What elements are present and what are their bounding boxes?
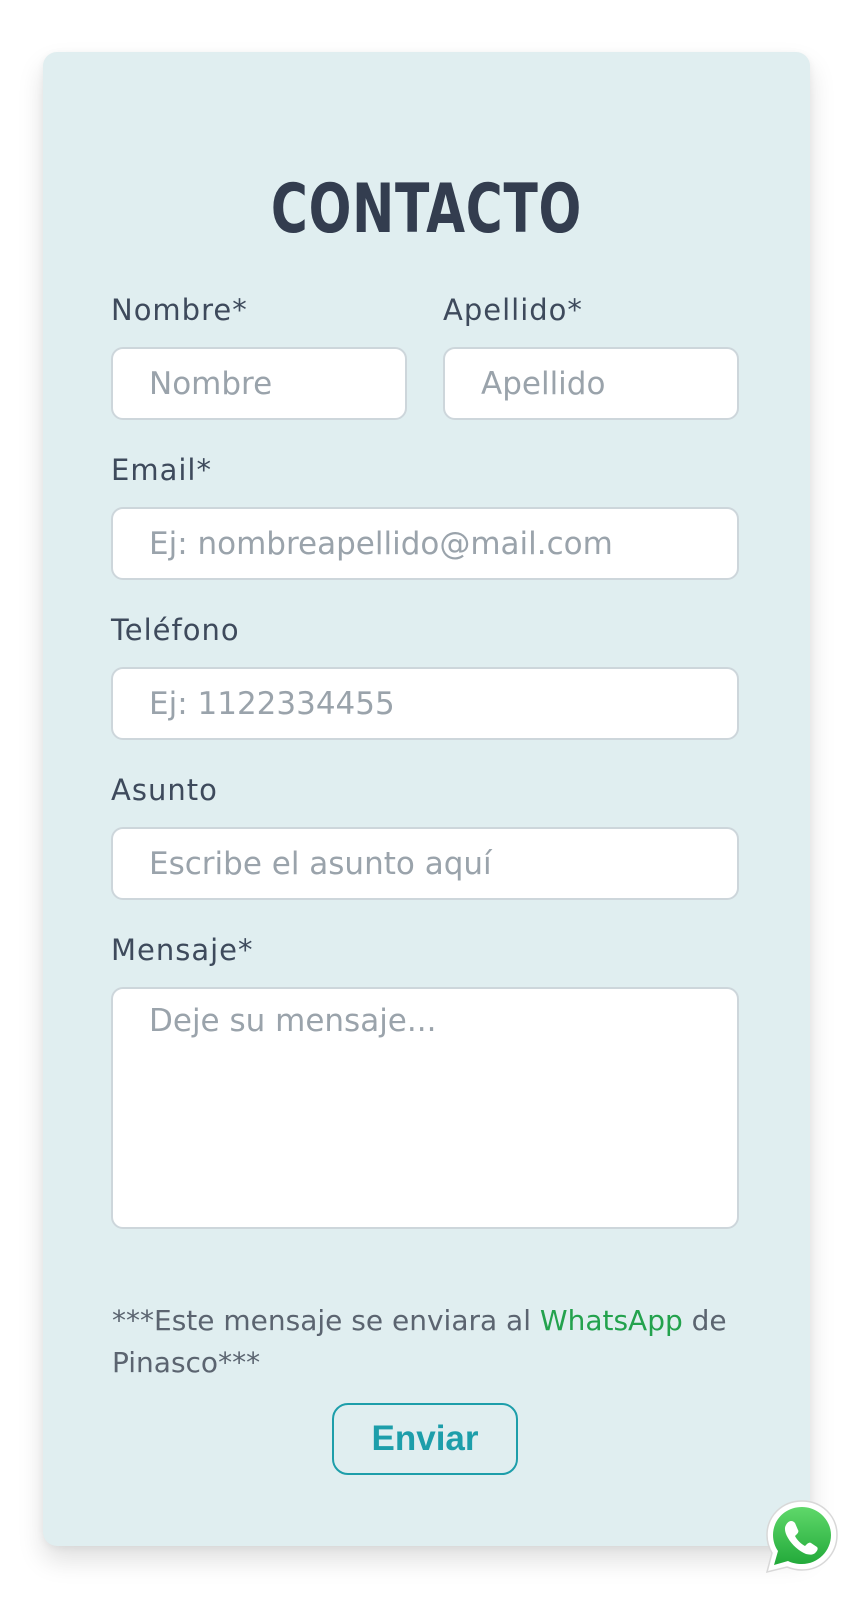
apellido-label: Apellido*	[443, 293, 583, 327]
enviar-button[interactable]: Enviar	[332, 1403, 518, 1475]
page-title: CONTACTO	[270, 170, 583, 249]
note-prefix: ***Este mensaje se enviara al	[112, 1304, 540, 1337]
email-input[interactable]	[111, 507, 739, 580]
nombre-label: Nombre*	[111, 293, 248, 327]
whatsapp-icon	[765, 1500, 838, 1574]
telefono-input[interactable]	[111, 667, 739, 740]
whatsapp-float-button[interactable]	[762, 1497, 842, 1577]
asunto-label: Asunto	[111, 773, 218, 807]
apellido-input[interactable]	[443, 347, 739, 420]
telefono-label: Teléfono	[111, 613, 240, 647]
whatsapp-link[interactable]: WhatsApp	[540, 1304, 683, 1337]
whatsapp-note: ***Este mensaje se enviara al WhatsApp d…	[112, 1300, 752, 1384]
asunto-input[interactable]	[111, 827, 739, 900]
mensaje-textarea[interactable]	[111, 987, 739, 1229]
email-label: Email*	[111, 453, 212, 487]
nombre-input[interactable]	[111, 347, 407, 420]
mensaje-label: Mensaje*	[111, 933, 254, 967]
